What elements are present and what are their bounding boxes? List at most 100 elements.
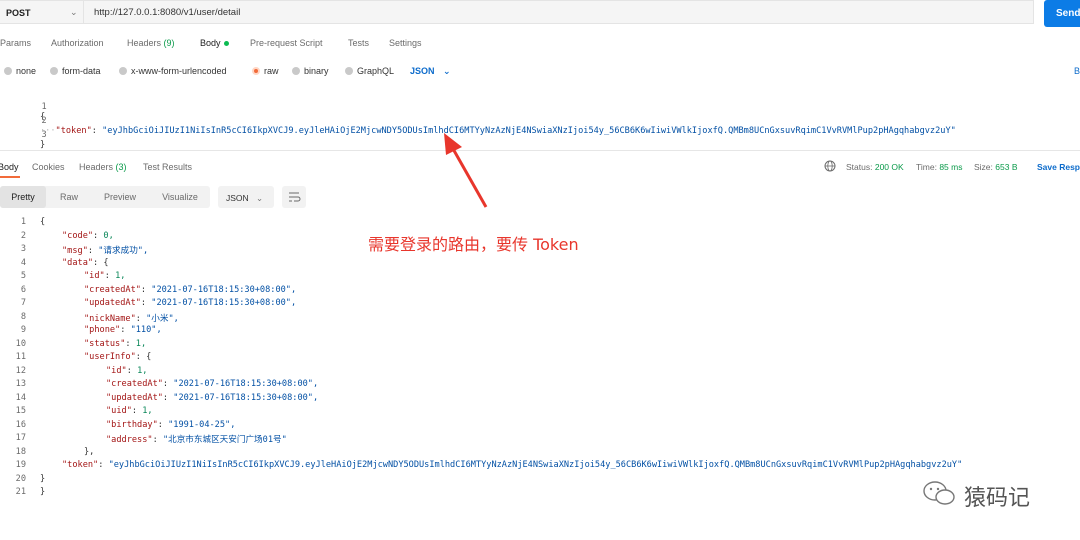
line-number: 21 <box>15 487 26 497</box>
json-value: { <box>146 352 152 362</box>
code-text: "uid": 1, <box>106 406 153 416</box>
line-number: 9 <box>20 325 26 335</box>
line-number: 1 <box>20 217 26 227</box>
line-number: 14 <box>15 392 26 403</box>
code-text: "updatedAt": "2021-07-16T18:15:30+08:00"… <box>84 298 297 308</box>
tab-response-headers-label: Headers <box>79 162 114 172</box>
time-info: Time: 85 ms <box>916 162 962 172</box>
tab-headers-count: (9) <box>163 38 175 48</box>
radio-circle-icon <box>345 67 353 75</box>
json-key: "userInfo" <box>84 352 136 362</box>
time-label: Time: <box>916 162 937 172</box>
json-key: "updatedAt" <box>106 392 163 403</box>
radio-raw[interactable]: raw <box>252 66 279 76</box>
line-number: 5 <box>20 271 26 281</box>
tab-tests[interactable]: Tests <box>348 38 369 48</box>
tab-response-headers-count: (3) <box>115 162 127 172</box>
code-text: } <box>40 487 45 497</box>
send-button[interactable]: Send <box>1044 0 1080 27</box>
beautify-button[interactable]: B <box>1074 66 1080 76</box>
json-value: "小米", <box>146 313 179 324</box>
tab-test-results[interactable]: Test Results <box>143 162 192 172</box>
viewer-line: 20} <box>0 474 1080 488</box>
radio-form-data[interactable]: form-data <box>50 66 101 76</box>
viewer-line: 17 "address": "北京市东城区天安门广场01号" <box>0 433 1080 447</box>
json-value: { <box>103 257 109 268</box>
json-value: "110", <box>130 325 162 335</box>
tab-body-label: Body <box>200 38 221 48</box>
tab-response-body[interactable]: Body <box>0 162 19 172</box>
wrap-lines-icon <box>289 192 301 202</box>
tab-response-headers[interactable]: Headers (3) <box>79 162 127 172</box>
view-pretty-button[interactable]: Pretty <box>0 186 46 208</box>
json-value: "1991-04-25", <box>168 419 236 430</box>
tab-authorization[interactable]: Authorization <box>51 38 104 48</box>
globe-icon[interactable] <box>824 160 836 172</box>
method-label: POST <box>6 8 31 18</box>
viewer-line: 9 "phone": "110", <box>0 325 1080 339</box>
tab-params[interactable]: Params <box>0 38 31 48</box>
json-bracket: } <box>40 487 46 497</box>
json-key: "phone" <box>84 325 121 335</box>
json-key: "token" <box>62 460 99 470</box>
code-text: "birthday": "1991-04-25", <box>106 419 236 430</box>
line-number: 10 <box>15 338 26 349</box>
view-raw-button[interactable]: Raw <box>46 186 92 208</box>
json-value: 1, <box>115 271 126 281</box>
json-value: "2021-07-16T18:15:30+08:00", <box>173 379 319 389</box>
wrap-lines-button[interactable] <box>282 186 306 208</box>
url-input[interactable]: http://127.0.0.1:8080/v1/user/detail <box>84 0 1034 24</box>
url-text: http://127.0.0.1:8080/v1/user/detail <box>94 7 241 18</box>
size-label: Size: <box>974 162 993 172</box>
json-key: "birthday" <box>106 419 158 430</box>
body-format-select[interactable]: JSON ⌄ <box>410 66 451 77</box>
save-response-button[interactable]: Save Resp <box>1037 162 1080 172</box>
viewer-line: 21} <box>0 487 1080 501</box>
size-info: Size: 653 B <box>974 162 1018 172</box>
viewer-line: 8 "nickName": "小米", <box>0 312 1080 326</box>
json-bracket: } <box>40 473 46 484</box>
wechat-icon <box>923 481 955 505</box>
radio-raw-label: raw <box>264 66 279 76</box>
code-text: "code": 0, <box>62 230 114 241</box>
response-format-select[interactable]: JSON ⌄ <box>218 186 274 208</box>
red-arrow-icon <box>444 133 488 208</box>
json-value: "2021-07-16T18:15:30+08:00", <box>151 284 297 295</box>
code-text: "id": 1, <box>84 271 126 281</box>
tab-body[interactable]: Body <box>200 38 229 48</box>
radio-none[interactable]: none <box>4 66 36 76</box>
radio-binary-label: binary <box>304 66 329 76</box>
status-info: Status: 200 OK <box>846 162 904 172</box>
json-key: "createdAt" <box>106 379 163 389</box>
code-text: "createdAt": "2021-07-16T18:15:30+08:00"… <box>106 379 319 389</box>
radio-binary[interactable]: binary <box>292 66 329 76</box>
code-text: "token": "eyJhbGciOiJIUzI1NiIsInR5cCI6Ik… <box>62 460 963 470</box>
view-preview-button[interactable]: Preview <box>92 186 148 208</box>
line-number: 3 <box>41 130 47 140</box>
radio-none-label: none <box>16 66 37 76</box>
viewer-line: 19 "token": "eyJhbGciOiJIUzI1NiIsInR5cCI6… <box>0 460 1080 474</box>
tab-response-cookies[interactable]: Cookies <box>32 162 65 172</box>
radio-graphql[interactable]: GraphQL <box>345 66 394 76</box>
json-key: "id" <box>84 271 105 281</box>
method-select[interactable]: POST ⌄ <box>0 0 84 24</box>
view-visualize-button[interactable]: Visualize <box>150 186 210 208</box>
json-key: "data" <box>62 257 94 268</box>
tab-settings[interactable]: Settings <box>389 38 422 48</box>
viewer-line: 15 "uid": 1, <box>0 406 1080 420</box>
tab-headers[interactable]: Headers (9) <box>127 38 175 48</box>
status-value: 200 OK <box>874 162 904 172</box>
viewer-line: 5 "id": 1, <box>0 271 1080 285</box>
tab-pre-request-script[interactable]: Pre-request Script <box>250 38 323 48</box>
radio-urlencoded[interactable]: x-www-form-urlencoded <box>119 66 227 76</box>
code-text: { <box>40 217 45 227</box>
json-key: "status" <box>84 338 126 349</box>
json-key: "msg" <box>62 246 88 256</box>
json-value: "2021-07-16T18:15:30+08:00", <box>173 392 319 403</box>
line-number: 13 <box>15 379 26 389</box>
viewer-line: 1{ <box>0 217 1080 231</box>
json-value: "eyJhbGciOiJIUzI1NiIsInR5cCI6IkpXVCJ9.ey… <box>108 460 963 470</box>
pane-divider[interactable] <box>0 150 1080 151</box>
json-value: 1, <box>142 406 153 416</box>
annotation-text: 需要登录的路由，要传 Token <box>368 235 579 254</box>
